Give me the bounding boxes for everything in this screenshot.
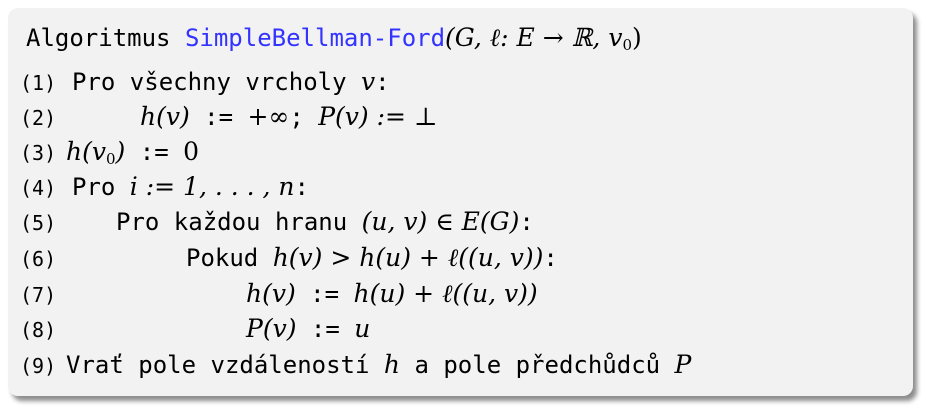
line-number: (8) bbox=[20, 318, 57, 342]
algorithm-line-5: (5) Pro každou hranu (u, v) ∈ E(G): bbox=[20, 206, 534, 239]
line-text-after: : bbox=[519, 208, 534, 236]
title-args: (G, ℓ: E → ℝ, v bbox=[445, 23, 623, 52]
line-text: := bbox=[295, 280, 354, 308]
line-body: h(v0) := 0 bbox=[66, 136, 199, 168]
algorithm-line-2: (2) h(v) := +∞; P(v) := ⊥ bbox=[20, 101, 437, 134]
line-number: (6) bbox=[20, 247, 57, 271]
line-body: Pokud h(v) > h(u) + ℓ((u, v)): bbox=[186, 242, 558, 274]
line-math: h(v) bbox=[246, 279, 296, 308]
line-math: v bbox=[360, 67, 376, 96]
line-text: := bbox=[125, 138, 184, 166]
line-number: (1) bbox=[20, 71, 57, 95]
line-text: Vrať pole vzdáleností bbox=[66, 351, 384, 379]
algorithm-line-7: (7) h(v) := h(u) + ℓ((u, v)) bbox=[20, 278, 538, 311]
line-math: h(v) > h(u) + ℓ((u, v)) bbox=[272, 243, 544, 272]
line-number: (4) bbox=[20, 176, 57, 200]
line-math: h(v) bbox=[140, 102, 190, 131]
line-math: ) bbox=[115, 137, 126, 166]
line-text-after: : bbox=[294, 173, 309, 201]
algorithm-name: SimpleBellman-Ford bbox=[184, 24, 446, 52]
line-math: h(u) + ℓ((u, v)) bbox=[353, 279, 538, 308]
line-number: (2) bbox=[20, 106, 57, 130]
algorithm-line-3: (3) h(v0) := 0 bbox=[20, 136, 199, 169]
line-math: 0 bbox=[183, 137, 199, 166]
line-body: P(v) := u bbox=[246, 313, 370, 345]
line-math: h bbox=[383, 350, 400, 379]
line-body: h(v) := +∞; P(v) := ⊥ bbox=[140, 101, 437, 133]
algorithm-line-6: (6) Pokud h(v) > h(u) + ℓ((u, v)): bbox=[20, 242, 558, 275]
line-number: (9) bbox=[20, 354, 57, 378]
line-text: Pokud bbox=[186, 244, 273, 272]
line-number: (5) bbox=[20, 211, 57, 235]
line-math: P bbox=[674, 350, 692, 379]
line-math-sub: 0 bbox=[105, 150, 116, 168]
line-math: u bbox=[354, 314, 371, 343]
line-math: P(v) bbox=[246, 314, 297, 343]
algorithm-title: Algoritmus SimpleBellman-Ford(G, ℓ: E → … bbox=[26, 22, 642, 54]
line-text-after: : bbox=[543, 244, 558, 272]
line-math: i := 1, . . . , n bbox=[129, 172, 295, 201]
line-math: (u, v) ∈ E(G) bbox=[361, 207, 520, 236]
line-body: Vrať pole vzdáleností h a pole předchůdc… bbox=[66, 349, 691, 381]
line-body: Pro každou hranu (u, v) ∈ E(G): bbox=[116, 206, 534, 238]
algorithm-box: Algoritmus SimpleBellman-Ford(G, ℓ: E → … bbox=[8, 8, 913, 396]
line-math: P(v) := ⊥ bbox=[318, 102, 438, 131]
line-number: (7) bbox=[20, 283, 57, 307]
line-body: Pro i := 1, . . . , n: bbox=[72, 171, 309, 203]
line-text: a pole předchůdců bbox=[400, 351, 675, 379]
title-prefix: Algoritmus bbox=[26, 24, 185, 52]
line-text: := bbox=[296, 315, 355, 343]
line-body: h(v) := h(u) + ℓ((u, v)) bbox=[246, 278, 538, 310]
algorithm-line-1: (1) Pro všechny vrcholy v: bbox=[20, 66, 390, 99]
line-text: Pro bbox=[72, 173, 130, 201]
line-text: ; bbox=[289, 103, 319, 131]
algorithm-line-8: (8) P(v) := u bbox=[20, 313, 370, 346]
line-text-after: : bbox=[375, 68, 390, 96]
line-text: := bbox=[189, 103, 248, 131]
line-body: Pro všechny vrcholy v: bbox=[72, 66, 390, 98]
line-number: (3) bbox=[20, 141, 57, 165]
algorithm-line-9: (9) Vrať pole vzdáleností h a pole předc… bbox=[20, 349, 691, 382]
line-math: h(v bbox=[66, 137, 106, 166]
line-math: +∞ bbox=[247, 102, 290, 131]
title-args-sub: 0 bbox=[622, 36, 632, 54]
title-args-end: ) bbox=[632, 23, 642, 52]
line-text: Pro každou hranu bbox=[116, 208, 362, 236]
algorithm-line-4: (4) Pro i := 1, . . . , n: bbox=[20, 171, 309, 204]
line-text: Pro všechny vrcholy bbox=[72, 68, 361, 96]
